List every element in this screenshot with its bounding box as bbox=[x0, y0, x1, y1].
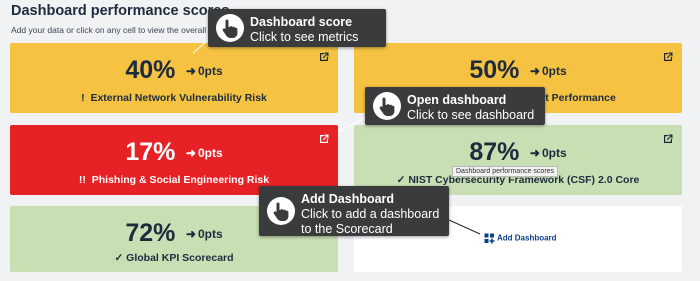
check-icon: ✓ bbox=[114, 252, 124, 264]
open-external-icon[interactable] bbox=[318, 133, 330, 145]
card-title: ✓ Global KPI Scorecard bbox=[114, 252, 234, 264]
add-dashboard-link[interactable]: Add Dashboard bbox=[484, 233, 557, 244]
score-card-external-network[interactable]: 40% ➜ 0pts ! External Network Vulnerabili… bbox=[10, 43, 338, 113]
open-external-icon[interactable] bbox=[318, 51, 330, 63]
callout-title: Dashboard score bbox=[250, 15, 353, 29]
open-external-icon[interactable] bbox=[662, 133, 674, 145]
callout-desc: Click to add a dashboard bbox=[301, 207, 440, 221]
arrow-right-icon: ➜ bbox=[185, 63, 196, 78]
open-external-icon[interactable] bbox=[662, 51, 674, 63]
page-subtitle: Add your data or click on any cell to vi… bbox=[11, 25, 235, 35]
card-title: !! Phishing & Social Engineering Risk bbox=[78, 174, 270, 186]
warning-icon: ! bbox=[81, 92, 85, 104]
callout-desc: to the Scorecard bbox=[301, 222, 393, 236]
callout-open-dashboard: Open dashboard Click to see dashboard bbox=[365, 87, 545, 125]
hand-pointer-icon bbox=[267, 197, 295, 225]
page-title: Dashboard performance scores bbox=[11, 3, 230, 19]
points-change: ➜ 0pts bbox=[185, 63, 223, 78]
arrow-right-icon: ➜ bbox=[185, 226, 196, 241]
add-dashboard-icon bbox=[484, 233, 495, 244]
score-percent: 72% bbox=[125, 219, 176, 247]
score-percent: 50% bbox=[469, 56, 520, 84]
score-percent: 87% bbox=[469, 138, 520, 166]
card-title: ! External Network Vulnerability Risk bbox=[81, 92, 267, 104]
points-change: ➜ 0pts bbox=[185, 226, 223, 241]
score-row[interactable]: 50% ➜ 0pts bbox=[354, 56, 682, 85]
hand-pointer-icon bbox=[216, 14, 244, 42]
score-row[interactable]: 87% ➜ 0pts bbox=[354, 138, 682, 167]
callout-title: Open dashboard bbox=[407, 93, 507, 107]
score-row[interactable]: 40% ➜ 0pts bbox=[10, 56, 338, 85]
score-card-phishing[interactable]: 17% ➜ 0pts !! Phishing & Social Engineeri… bbox=[10, 125, 338, 195]
hover-tooltip: Dashboard performance scores bbox=[452, 166, 559, 177]
points-change: ➜ 0pts bbox=[185, 145, 223, 160]
critical-icon: !! bbox=[78, 174, 86, 186]
callout-add-dashboard: Add Dashboard Click to add a dashboard t… bbox=[259, 186, 449, 236]
check-icon: ✓ bbox=[396, 174, 406, 186]
points-change: ➜ 0pts bbox=[529, 63, 567, 78]
arrow-right-icon: ➜ bbox=[185, 145, 196, 160]
score-percent: 40% bbox=[125, 56, 176, 84]
callout-desc: Click to see dashboard bbox=[407, 108, 535, 122]
score-percent: 17% bbox=[125, 138, 176, 166]
score-card-nist-csf[interactable]: 87% ➜ 0pts ✓ NIST Cybersecurity Framework… bbox=[354, 125, 682, 195]
points-change: ➜ 0pts bbox=[529, 145, 567, 160]
score-row[interactable]: 17% ➜ 0pts bbox=[10, 138, 338, 167]
arrow-right-icon: ➜ bbox=[529, 63, 540, 78]
arrow-right-icon: ➜ bbox=[529, 145, 540, 160]
callout-dashboard-score: Dashboard score Click to see metrics bbox=[208, 9, 386, 47]
hand-pointer-icon bbox=[373, 92, 401, 120]
callout-desc: Click to see metrics bbox=[250, 30, 359, 44]
callout-title: Add Dashboard bbox=[301, 192, 395, 206]
